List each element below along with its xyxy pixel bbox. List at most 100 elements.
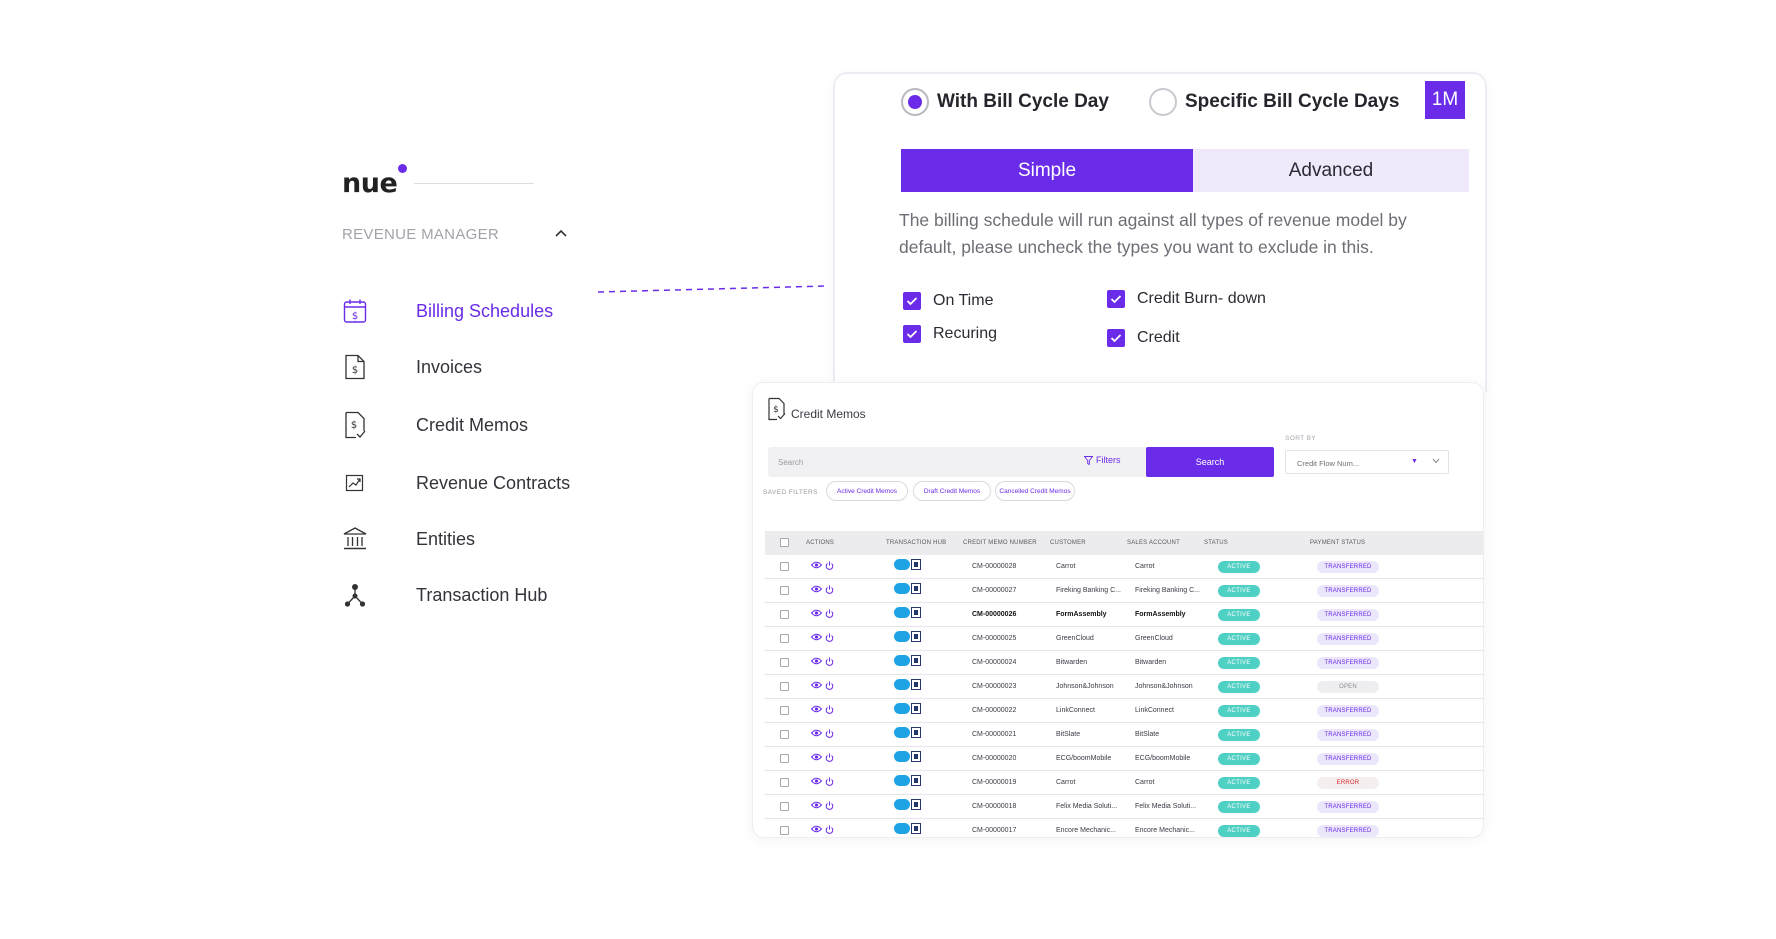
view-eye-icon[interactable] [811, 801, 822, 809]
sidebar-item-invoices[interactable]: $ Invoices [342, 352, 582, 382]
checkbox-recuring[interactable]: Recuring [903, 325, 997, 343]
view-eye-icon[interactable] [811, 609, 822, 617]
row-actions [811, 657, 834, 666]
table-row[interactable]: CM-00000024 Bitwarden Bitwarden ACTIVE TRANS… [765, 651, 1483, 675]
cell-memo-number[interactable]: CM-00000018 [972, 803, 1016, 810]
cell-memo-number[interactable]: CM-00000028 [972, 563, 1016, 570]
row-checkbox[interactable] [780, 634, 789, 643]
radio-unselected-icon[interactable] [1149, 88, 1177, 116]
tab-simple[interactable]: Simple [901, 149, 1193, 192]
view-eye-icon[interactable] [811, 585, 822, 593]
power-icon[interactable] [825, 729, 834, 738]
row-checkbox[interactable] [780, 826, 789, 835]
row-checkbox[interactable] [780, 802, 789, 811]
cell-memo-number[interactable]: CM-00000023 [972, 683, 1016, 690]
transaction-hub-icons [894, 631, 921, 642]
table-row[interactable]: CM-00000020 ECG/boomMobile ECG/boomMobile A… [765, 747, 1483, 771]
chevron-up-icon[interactable] [554, 228, 568, 238]
radio-specific-bill-cycle-days[interactable]: Specific Bill Cycle Days [1149, 88, 1399, 116]
table-row[interactable]: CM-00000027 Fireking Banking C... Fireking… [765, 579, 1483, 603]
power-icon[interactable] [825, 633, 834, 642]
view-eye-icon[interactable] [811, 825, 822, 833]
power-icon[interactable] [825, 705, 834, 714]
row-checkbox[interactable] [780, 610, 789, 619]
view-eye-icon[interactable] [811, 777, 822, 785]
power-icon[interactable] [825, 753, 834, 762]
filters-button[interactable]: Filters [1084, 455, 1121, 465]
power-icon[interactable] [825, 585, 834, 594]
table-row[interactable]: CM-00000023 Johnson&Johnson Johnson&Johnso… [765, 675, 1483, 699]
cell-memo-number[interactable]: CM-00000020 [972, 755, 1016, 762]
row-checkbox[interactable] [780, 754, 789, 763]
cell-memo-number[interactable]: CM-00000017 [972, 827, 1016, 834]
power-icon[interactable] [825, 681, 834, 690]
cell-memo-number[interactable]: CM-00000022 [972, 707, 1016, 714]
table-row[interactable]: CM-00000025 GreenCloud GreenCloud ACTIVE TRA… [765, 627, 1483, 651]
cell-customer: Carrot [1056, 563, 1076, 570]
power-icon[interactable] [825, 657, 834, 666]
row-checkbox[interactable] [780, 658, 789, 667]
checkbox-credit[interactable]: Credit [1107, 329, 1180, 347]
nue-app-icon [911, 679, 921, 690]
view-eye-icon[interactable] [811, 633, 822, 641]
power-icon[interactable] [825, 825, 834, 834]
radio-selected-icon[interactable] [901, 88, 929, 116]
sidebar-item-credit-memos[interactable]: $ Credit Memos [342, 410, 582, 440]
cell-memo-number[interactable]: CM-00000024 [972, 659, 1016, 666]
search-input[interactable]: Search Filters [768, 447, 1148, 477]
cell-memo-number[interactable]: CM-00000027 [972, 587, 1016, 594]
period-tag[interactable]: 1M [1425, 81, 1465, 119]
saved-filter-cancelled[interactable]: Cancelled Credit Memos [995, 481, 1075, 501]
search-button[interactable]: Search [1146, 447, 1274, 477]
sort-direction-icon[interactable]: ▼ [1411, 458, 1418, 465]
power-icon[interactable] [825, 801, 834, 810]
svg-text:$: $ [352, 365, 358, 376]
sort-by-select[interactable]: Credit Flow Num... ▼ [1285, 450, 1449, 474]
cell-memo-number[interactable]: CM-00000019 [972, 779, 1016, 786]
table-row[interactable]: CM-00000019 Carrot Carrot ACTIVE ERROR [765, 771, 1483, 795]
view-eye-icon[interactable] [811, 753, 822, 761]
cell-memo-number[interactable]: CM-00000025 [972, 635, 1016, 642]
sidebar-item-revenue-contracts[interactable]: Revenue Contracts [342, 468, 582, 498]
row-checkbox[interactable] [780, 706, 789, 715]
saved-filter-active[interactable]: Active Credit Memos [826, 481, 908, 501]
saved-filter-draft[interactable]: Draft Credit Memos [913, 481, 991, 501]
checkbox-on-time[interactable]: On Time [903, 292, 993, 310]
view-eye-icon[interactable] [811, 729, 822, 737]
checkbox-credit-burn-down[interactable]: Credit Burn- down [1107, 290, 1266, 308]
checkbox-checked-icon[interactable] [1107, 290, 1125, 308]
checkbox-checked-icon[interactable] [1107, 329, 1125, 347]
view-eye-icon[interactable] [811, 705, 822, 713]
row-checkbox[interactable] [780, 586, 789, 595]
table-row[interactable]: CM-00000028 Carrot Carrot ACTIVE TRANSFERRED [765, 555, 1483, 579]
table-row[interactable]: CM-00000026 FormAssembly FormAssembly ACTIV… [765, 603, 1483, 627]
checkbox-checked-icon[interactable] [903, 325, 921, 343]
view-eye-icon[interactable] [811, 681, 822, 689]
cell-memo-number[interactable]: CM-00000021 [972, 731, 1016, 738]
radio-with-bill-cycle-day[interactable]: With Bill Cycle Day [901, 88, 1109, 116]
row-checkbox[interactable] [780, 562, 789, 571]
table-row[interactable]: CM-00000022 LinkConnect LinkConnect ACTIVE T… [765, 699, 1483, 723]
checkbox-checked-icon[interactable] [903, 292, 921, 310]
power-icon[interactable] [825, 561, 834, 570]
payment-status-badge: TRANSFERRED [1317, 657, 1379, 669]
sidebar-item-transaction-hub[interactable]: Transaction Hub [342, 580, 582, 610]
tab-advanced[interactable]: Advanced [1193, 149, 1469, 192]
row-checkbox[interactable] [780, 778, 789, 787]
table-row[interactable]: CM-00000018 Felix Media Soluti... Felix Me… [765, 795, 1483, 819]
view-eye-icon[interactable] [811, 657, 822, 665]
sidebar-item-billing-schedules[interactable]: $ Billing Schedules [342, 296, 582, 326]
power-icon[interactable] [825, 609, 834, 618]
row-checkbox[interactable] [780, 730, 789, 739]
table-row[interactable]: CM-00000017 Encore Mechanic... Encore Mech… [765, 819, 1483, 837]
select-all-checkbox[interactable] [780, 538, 789, 547]
view-eye-icon[interactable] [811, 561, 822, 569]
chevron-down-icon[interactable] [1432, 458, 1440, 464]
power-icon[interactable] [825, 777, 834, 786]
payment-status-badge: ERROR [1317, 777, 1379, 789]
salesforce-cloud-icon [894, 583, 910, 594]
table-row[interactable]: CM-00000021 BitSlate BitSlate ACTIVE TRANSFE… [765, 723, 1483, 747]
sidebar-item-entities[interactable]: Entities [342, 524, 582, 554]
cell-memo-number[interactable]: CM-00000026 [972, 611, 1016, 618]
row-checkbox[interactable] [780, 682, 789, 691]
